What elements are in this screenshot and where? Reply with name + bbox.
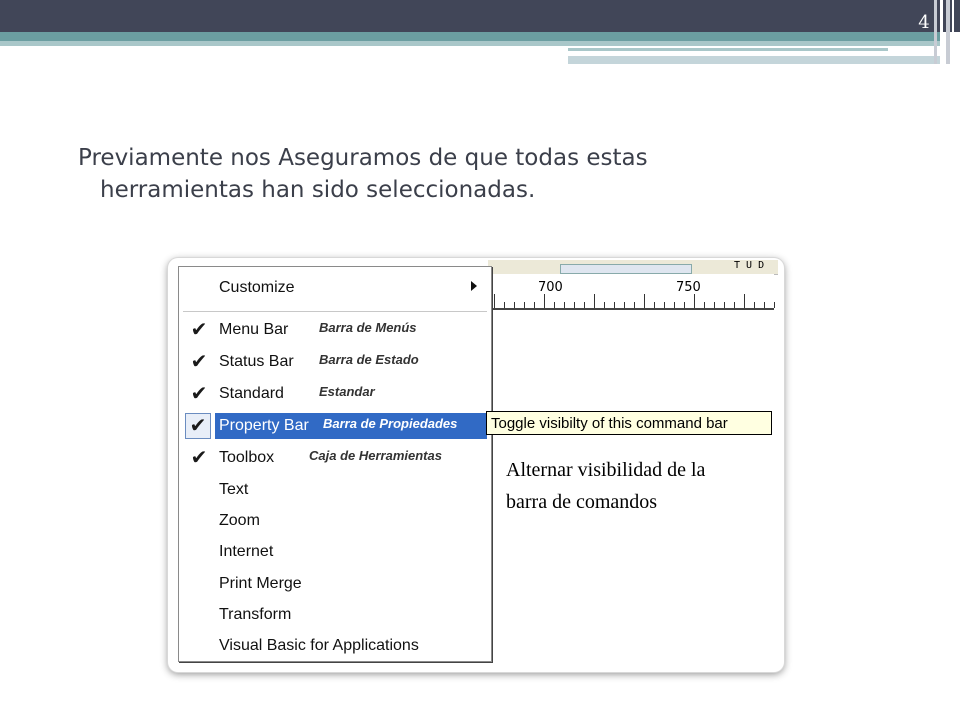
- menu-item-toolbox[interactable]: ✔ Toolbox Caja de Herramientas: [179, 445, 491, 473]
- slide-top-bar: [0, 0, 960, 32]
- tooltip: Toggle visibilty of this command bar: [486, 411, 772, 435]
- ruler-tick: [504, 302, 505, 308]
- menu-item-label: Print Merge: [219, 575, 302, 592]
- menu-item-text[interactable]: Text: [179, 477, 491, 505]
- menu-item-visual-basic[interactable]: Visual Basic for Applications: [179, 633, 491, 661]
- ruler-tick: [574, 302, 575, 308]
- ruler-tick: [714, 302, 715, 308]
- slide-divider: [952, 0, 954, 64]
- menu-item-transform[interactable]: Transform: [179, 602, 491, 630]
- ruler-tick: [624, 302, 625, 308]
- ruler-tick: [634, 302, 635, 308]
- ruler-tick: [594, 294, 595, 308]
- ruler-tick: [524, 302, 525, 308]
- note-line-2: barra de comandos: [506, 491, 658, 513]
- ruler-tick: [644, 294, 645, 308]
- menu-item-property-bar[interactable]: ✔ Property Bar Barra de Propiedades: [179, 413, 491, 441]
- ruler-tick: [544, 294, 545, 308]
- menu-separator: [183, 311, 487, 312]
- menu-item-translation: Caja de Herramientas: [309, 448, 442, 463]
- submenu-arrow-icon: [471, 281, 477, 291]
- menu-item-translation: Barra de Estado: [319, 352, 419, 367]
- menu-item-label: Menu Bar: [219, 321, 289, 338]
- toolbar-field: [560, 264, 692, 274]
- menu-item-label: Text: [219, 481, 249, 498]
- menu-item-label: Visual Basic for Applications: [219, 637, 419, 654]
- page-number: 4: [918, 12, 930, 33]
- ruler-tick: [654, 302, 655, 308]
- slide-divider: [946, 0, 950, 64]
- menu-screenshot: T U D 700 750 Customize ✔ Menu Bar Barra…: [168, 258, 784, 672]
- menu-item-label: Property Bar: [219, 417, 309, 434]
- ruler-tick: [704, 302, 705, 308]
- bullet-line-2: herramientas han sido seleccionadas.: [100, 177, 536, 203]
- ruler-tick: [604, 302, 605, 308]
- ruler-tick: [694, 294, 695, 308]
- menu-item-internet[interactable]: Internet: [179, 539, 491, 567]
- menu-item-customize[interactable]: Customize: [179, 275, 491, 303]
- ruler-tick: [734, 302, 735, 308]
- ruler-label: 700: [538, 280, 563, 295]
- ruler-tick: [774, 302, 775, 308]
- menu-item-print-merge[interactable]: Print Merge: [179, 571, 491, 599]
- ruler-tick: [554, 302, 555, 308]
- ruler-tick: [724, 302, 725, 308]
- menu-item-zoom[interactable]: Zoom: [179, 508, 491, 536]
- slide-accent-band-light: [0, 41, 940, 46]
- ruler-tick: [754, 302, 755, 308]
- menu-item-menu-bar[interactable]: ✔ Menu Bar Barra de Menús: [179, 317, 491, 345]
- ruler-tick: [684, 302, 685, 308]
- slide-accent-strip: [568, 56, 940, 64]
- toolbar-label: T U D: [734, 260, 765, 271]
- ruler-tick: [664, 302, 665, 308]
- menu-item-translation: Estandar: [319, 384, 375, 399]
- context-menu: Customize ✔ Menu Bar Barra de Menús ✔ St…: [178, 266, 492, 662]
- ruler-tick: [584, 302, 585, 308]
- menu-item-standard[interactable]: ✔ Standard Estandar: [179, 381, 491, 409]
- menu-item-label: Standard: [219, 385, 284, 402]
- checkmark-icon: ✔: [190, 351, 208, 373]
- menu-item-label: Transform: [219, 606, 292, 623]
- ruler-tick: [764, 302, 765, 308]
- slide-accent-line: [568, 48, 888, 51]
- ruler-tick: [744, 294, 745, 308]
- checkmark-icon: ✔: [190, 383, 208, 405]
- note-line-1: Alternar visibilidad de la: [506, 459, 706, 481]
- ruler-tick: [564, 302, 565, 308]
- menu-item-label: Toolbox: [219, 449, 275, 466]
- ruler-tick: [494, 294, 495, 308]
- checkmark-icon: ✔: [190, 447, 208, 469]
- bullet-line-1: Previamente nos Aseguramos de que todas …: [78, 145, 648, 171]
- slide-accent-band: [0, 32, 940, 41]
- slide-bullet-text: Previamente nos Aseguramos de que todas …: [78, 142, 838, 206]
- ruler-tick: [614, 302, 615, 308]
- translation-note: Alternar visibilidad de la barra de coma…: [506, 454, 766, 518]
- menu-item-status-bar[interactable]: ✔ Status Bar Barra de Estado: [179, 349, 491, 377]
- ruler-tick: [674, 302, 675, 308]
- menu-item-label: Status Bar: [219, 353, 294, 370]
- menu-item-label: Zoom: [219, 512, 260, 529]
- ruler-tick: [514, 302, 515, 308]
- ruler-label: 750: [676, 280, 701, 295]
- menu-item-label: Internet: [219, 543, 274, 560]
- menu-item-label: Customize: [219, 279, 295, 296]
- checkmark-icon: ✔: [190, 319, 208, 341]
- horizontal-ruler: 700 750: [490, 274, 775, 310]
- menu-item-translation: Barra de Menús: [319, 320, 417, 335]
- checkmark-icon: ✔: [185, 413, 211, 439]
- ruler-tick: [534, 302, 535, 308]
- menu-item-translation: Barra de Propiedades: [323, 416, 458, 431]
